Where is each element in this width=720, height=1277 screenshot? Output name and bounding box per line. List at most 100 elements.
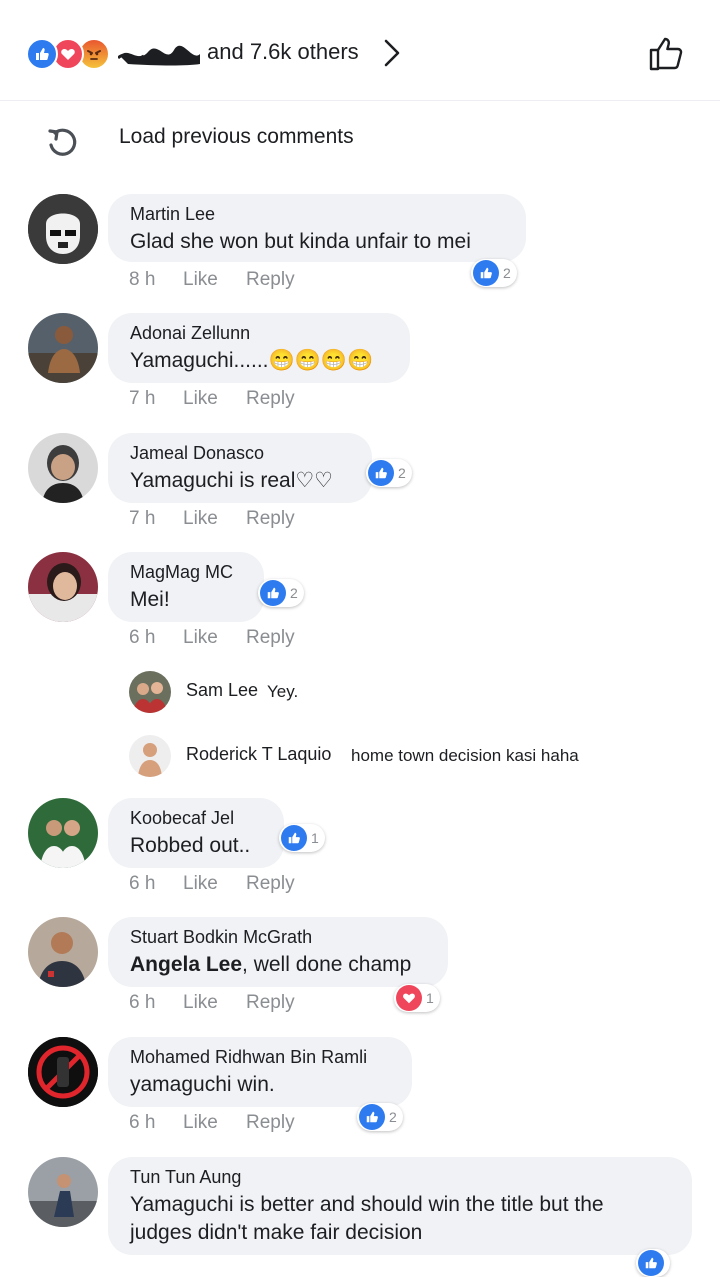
redacted-names (118, 45, 200, 66)
tagged-user-link[interactable]: Angela Lee (130, 953, 242, 976)
like-button[interactable]: Like (183, 508, 246, 530)
load-previous-comments[interactable]: Load previous comments (0, 110, 720, 170)
comment-text: Glad she won but kinda unfair to mei (130, 230, 471, 253)
reaction-count: 2 (398, 465, 406, 481)
comment-author[interactable]: Jameal Donasco (130, 443, 350, 464)
comment-meta: 6 h Like Reply (129, 1112, 295, 1134)
comment-time: 6 h (129, 992, 156, 1013)
comment-text: yamaguchi win. (130, 1073, 275, 1096)
reply-button[interactable]: Reply (246, 1112, 295, 1134)
avatar[interactable] (28, 313, 98, 383)
avatar[interactable] (129, 671, 171, 713)
like-icon (473, 260, 499, 286)
comment-bubble: Adonai Zellunn Yamaguchi......😁😁😁😁 (108, 313, 410, 383)
like-icon (359, 1104, 385, 1130)
reply-text: home town decision kasi haha (351, 746, 579, 765)
like-button[interactable]: Like (183, 269, 246, 291)
comment-meta: 6 h Like Reply (129, 992, 295, 1014)
reaction-count-badge[interactable]: 1 (279, 824, 325, 852)
reaction-count-badge[interactable] (636, 1249, 670, 1277)
like-icon (368, 460, 394, 486)
like-icon (26, 38, 58, 70)
comment-author[interactable]: Koobecaf Jel (130, 808, 262, 829)
comment-time: 7 h (129, 388, 156, 409)
reply-author[interactable]: Roderick T Laquio (186, 744, 331, 765)
reply-button[interactable]: Reply (246, 992, 295, 1014)
chevron-right-icon[interactable] (380, 38, 404, 68)
reaction-summary-icons[interactable] (26, 38, 118, 70)
comment-meta: 6 h Like Reply (129, 873, 295, 895)
comment-text-rest: , well done champ (242, 953, 412, 976)
comment-text: Yamaguchi is real♡♡ (130, 469, 334, 492)
comment-text: Yamaguchi is better and should win the t… (130, 1193, 604, 1244)
reply-button[interactable]: Reply (246, 269, 295, 291)
reaction-count: 2 (503, 265, 511, 281)
refresh-icon (48, 128, 77, 156)
avatar[interactable] (28, 1157, 98, 1227)
avatar[interactable] (28, 917, 98, 987)
comment-meta: 7 h Like Reply (129, 388, 295, 410)
comment-bubble: Mohamed Ridhwan Bin Ramli yamaguchi win. (108, 1037, 412, 1107)
like-button[interactable]: Like (183, 627, 246, 649)
reaction-count: 1 (311, 830, 319, 846)
reaction-count: 2 (290, 585, 298, 601)
avatar[interactable] (28, 433, 98, 503)
reply-button[interactable]: Reply (246, 508, 295, 530)
comment-bubble: Jameal Donasco Yamaguchi is real♡♡ (108, 433, 372, 503)
reply-button[interactable]: Reply (246, 627, 295, 649)
comment-time: 6 h (129, 1112, 156, 1133)
comment-author[interactable]: Mohamed Ridhwan Bin Ramli (130, 1047, 390, 1068)
comment-text: Mei! (130, 588, 170, 611)
comment-author[interactable]: Tun Tun Aung (130, 1167, 670, 1188)
like-button[interactable]: Like (183, 388, 246, 410)
comment-text: Robbed out.. (130, 834, 251, 857)
reaction-count: 1 (426, 990, 434, 1006)
comment-meta: 8 h Like Reply (129, 269, 295, 291)
comment-time: 6 h (129, 873, 156, 894)
reaction-count-badge[interactable]: 2 (258, 579, 304, 607)
comment-meta: 6 h Like Reply (129, 627, 295, 649)
reply-text: Yey. (267, 682, 299, 701)
comment-bubble: Koobecaf Jel Robbed out.. (108, 798, 284, 868)
comment-author[interactable]: Adonai Zellunn (130, 323, 388, 344)
reaction-summary-text[interactable]: and 7.6k others (207, 39, 359, 65)
reply: Roderick T Laquio home town decision kas… (0, 735, 720, 779)
comment-author[interactable]: Stuart Bodkin McGrath (130, 927, 426, 948)
avatar[interactable] (28, 1037, 98, 1107)
comment-bubble: Martin Lee Glad she won but kinda unfair… (108, 194, 526, 262)
reply-button[interactable]: Reply (246, 388, 295, 410)
comment-bubble: MagMag MC Mei! (108, 552, 264, 622)
like-outline-icon[interactable] (648, 34, 686, 72)
like-icon (638, 1250, 664, 1276)
comment-time: 8 h (129, 269, 156, 290)
love-icon (396, 985, 422, 1011)
reaction-count-badge[interactable]: 1 (394, 984, 440, 1012)
like-icon (260, 580, 286, 606)
comment-bubble: Stuart Bodkin McGrath Angela Lee, well d… (108, 917, 448, 987)
like-button[interactable]: Like (183, 992, 246, 1014)
comment-time: 6 h (129, 627, 156, 648)
like-button[interactable]: Like (183, 1112, 246, 1134)
load-previous-label: Load previous comments (119, 125, 354, 148)
reaction-count: 2 (389, 1109, 397, 1125)
avatar[interactable] (129, 735, 171, 777)
avatar[interactable] (28, 194, 98, 264)
comment-text: Angela Lee, well done champ (130, 951, 426, 979)
reaction-count-badge[interactable]: 2 (471, 259, 517, 287)
comment-author[interactable]: MagMag MC (130, 562, 242, 583)
like-button[interactable]: Like (183, 873, 246, 895)
comment-author[interactable]: Martin Lee (130, 204, 504, 225)
comment-bubble: Tun Tun Aung Yamaguchi is better and sho… (108, 1157, 692, 1255)
reactions-header: and 7.6k others (0, 0, 720, 101)
comment-time: 7 h (129, 508, 156, 529)
like-icon (281, 825, 307, 851)
reaction-count-badge[interactable]: 2 (366, 459, 412, 487)
comment-text: Yamaguchi......😁😁😁😁 (130, 349, 374, 372)
reply-author[interactable]: Sam Lee (186, 680, 258, 701)
reaction-count-badge[interactable]: 2 (357, 1103, 403, 1131)
reply: Sam Lee Yey. (0, 671, 720, 715)
avatar[interactable] (28, 798, 98, 868)
avatar[interactable] (28, 552, 98, 622)
reply-button[interactable]: Reply (246, 873, 295, 895)
comment-meta: 7 h Like Reply (129, 508, 295, 530)
